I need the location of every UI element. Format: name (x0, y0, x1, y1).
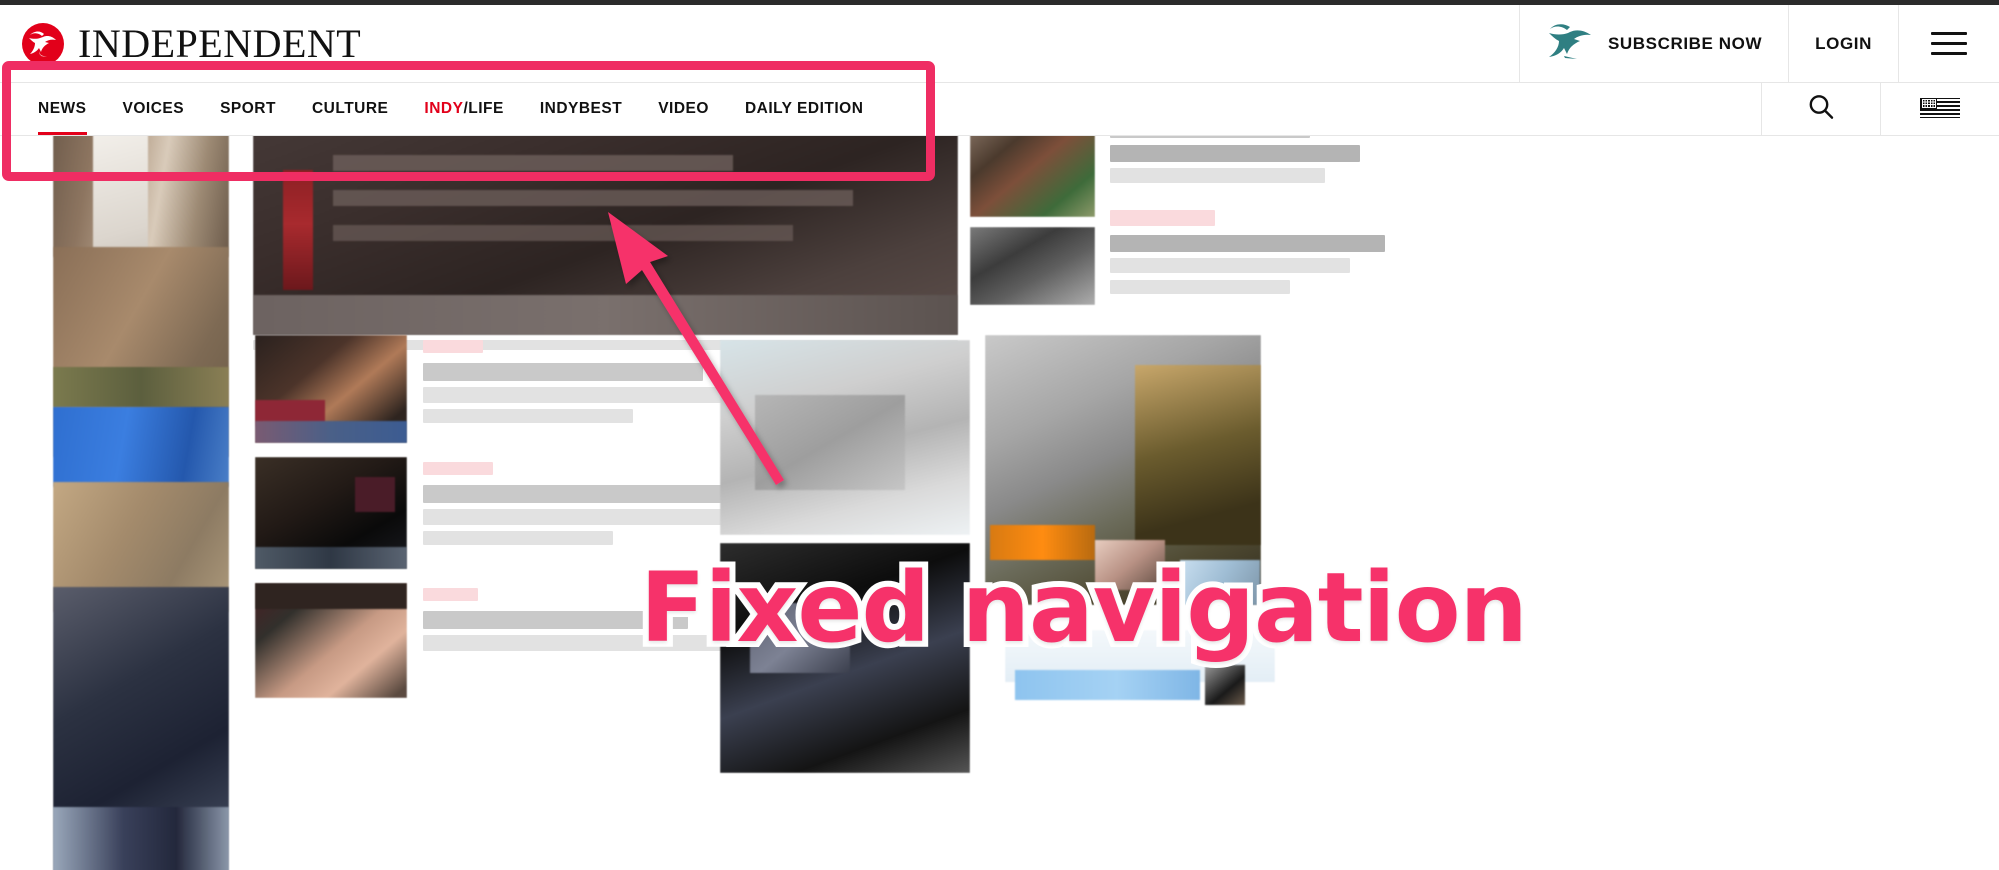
article-photo-left[interactable] (53, 117, 229, 870)
annotation-label: Fixed navigation (634, 552, 1534, 664)
list-headline-line (423, 363, 703, 381)
eagle-in-red-circle-icon (22, 22, 64, 65)
site-header: INDEPENDENT SUBSCRIBE NOW LOGIN (0, 4, 1999, 83)
nav-item-label: INDYBEST (539, 100, 623, 117)
nav-item-label: VOICES (122, 100, 185, 117)
list-kicker (423, 340, 483, 353)
list-headline-line (423, 387, 753, 403)
list-headline-line (423, 509, 763, 525)
search-button[interactable] (1761, 83, 1880, 135)
subscribe-now-label: SUBSCRIBE NOW (1607, 33, 1763, 53)
login-label: LOGIN (1815, 33, 1872, 53)
nav-item-label: DAILY EDITION (744, 100, 864, 117)
list-thumb[interactable] (255, 583, 407, 698)
right-kicker (1110, 210, 1215, 226)
subscribe-now-button[interactable]: SUBSCRIBE NOW (1518, 4, 1788, 83)
right-headline-line (1110, 258, 1350, 273)
nav-item-video[interactable]: VIDEO (640, 83, 727, 135)
nav-item-voices[interactable]: VOICES (105, 83, 203, 135)
us-flag-icon (1920, 97, 1960, 121)
search-icon (1806, 92, 1836, 127)
nav-item-label: CULTURE (311, 100, 389, 117)
list-thumb[interactable] (255, 457, 407, 569)
list-thumb[interactable] (255, 335, 407, 443)
login-button[interactable]: LOGIN (1788, 4, 1898, 83)
right-headline-line (1110, 235, 1385, 252)
list-headline-line (423, 409, 633, 423)
article-grid (53, 115, 1700, 870)
edition-selector[interactable] (1880, 83, 1999, 135)
nav-item-culture[interactable]: CULTURE (294, 83, 406, 135)
hamburger-menu-button[interactable] (1898, 4, 1999, 83)
nav-item-label-rest: /LIFE (463, 100, 504, 117)
article-card-mid[interactable] (720, 340, 970, 535)
right-list-thumb[interactable] (970, 227, 1095, 305)
teal-eagle-icon (1546, 22, 1594, 65)
hamburger-menu-icon (1931, 32, 1967, 55)
list-kicker (423, 588, 478, 601)
nav-item-sport[interactable]: SPORT (202, 83, 294, 135)
list-headline-line (423, 531, 613, 545)
right-headline-line (1110, 145, 1360, 162)
nav-item-news[interactable]: NEWS (20, 83, 105, 135)
nav-item-daily-edition[interactable]: DAILY EDITION (727, 83, 881, 135)
site-logo[interactable]: INDEPENDENT (22, 20, 362, 66)
primary-navigation: NEWS VOICES SPORT CULTURE INDY/LIFE INDY… (0, 83, 1999, 136)
nav-item-label: SPORT (220, 100, 276, 117)
right-headline-line (1110, 280, 1290, 294)
nav-item-indybest[interactable]: INDYBEST (522, 83, 640, 135)
right-headline-line (1110, 168, 1325, 183)
article-hero-image-center[interactable] (253, 115, 958, 335)
site-wordmark: INDEPENDENT (78, 20, 362, 66)
nav-item-label-accent: INDY (424, 100, 464, 117)
list-headline-line (423, 485, 723, 503)
nav-item-indylife[interactable]: INDY/LIFE (406, 83, 521, 135)
nav-item-label: NEWS (38, 100, 87, 117)
nav-item-label: VIDEO (658, 100, 709, 117)
list-kicker (423, 462, 493, 475)
nav-items: NEWS VOICES SPORT CULTURE INDY/LIFE INDY… (20, 83, 881, 135)
